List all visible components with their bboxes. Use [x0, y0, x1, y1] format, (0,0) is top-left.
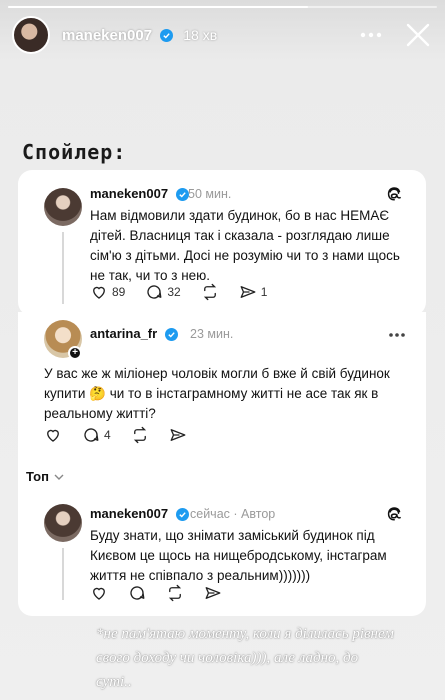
story-time: 18 хв [183, 27, 218, 43]
comment-icon [84, 428, 99, 442]
verified-badge-icon [164, 328, 178, 342]
share-button[interactable]: 1 [239, 283, 268, 301]
post-time: 50 мин. [188, 187, 232, 201]
verified-badge-icon [175, 188, 189, 202]
post-username[interactable]: maneken007 [90, 186, 189, 202]
threads-logo-icon [387, 187, 401, 201]
post-time: 23 мин. [190, 327, 234, 341]
post-text: У вас же ж міліонер чоловік могли б вже … [44, 366, 390, 421]
avatar[interactable] [44, 188, 82, 226]
comment-icon [147, 285, 162, 299]
story-header-actions [357, 20, 433, 50]
story-progress-bar [8, 6, 437, 8]
post-actions: 4 [44, 426, 207, 444]
thread-connector-line [62, 548, 64, 600]
reply-button[interactable]: 4 [82, 426, 111, 444]
post-time: сейчас [190, 507, 230, 521]
heart-icon [93, 587, 105, 600]
share-button[interactable] [169, 426, 187, 444]
repost-button[interactable] [166, 584, 184, 602]
post-time-and-badge: сейчас · Автор [190, 507, 275, 521]
comment-icon [130, 586, 145, 600]
threads-logo-icon [387, 507, 401, 521]
like-button[interactable] [90, 584, 108, 602]
follow-plus-icon[interactable]: + [68, 346, 82, 360]
post-username[interactable]: antarina_fr [90, 326, 178, 342]
send-icon [240, 286, 256, 298]
story-caption: *не пам'ятаю моменту, коли я ділилась рі… [96, 626, 394, 690]
post-username[interactable]: maneken007 [90, 506, 189, 522]
chevron-down-icon [54, 474, 64, 480]
thread-post-card[interactable]: maneken007 сейчас · Автор Буду знати, що… [18, 494, 426, 616]
heart-icon [93, 286, 105, 299]
repost-icon [133, 426, 146, 444]
post-text: Буду знати, що знімати заміський будинок… [90, 528, 387, 583]
like-button[interactable] [44, 426, 62, 444]
story-avatar[interactable] [12, 16, 50, 54]
like-count: 89 [112, 285, 126, 299]
close-icon [406, 23, 430, 47]
post-username-text[interactable]: antarina_fr [90, 326, 157, 341]
verified-badge-icon [175, 508, 189, 522]
more-horizontal-icon[interactable] [388, 332, 406, 338]
send-icon [205, 587, 221, 599]
share-button[interactable] [204, 584, 222, 602]
replies-sort-bar [18, 458, 426, 494]
repost-button[interactable] [201, 283, 219, 301]
story-username[interactable]: maneken007 [62, 27, 174, 44]
story-header: maneken007 18 хв [12, 14, 433, 56]
close-button[interactable] [403, 20, 433, 50]
repost-icon [168, 584, 182, 602]
repost-icon [203, 283, 216, 301]
more-horizontal-icon [360, 32, 382, 38]
sort-label[interactable]: Топ [26, 469, 49, 484]
like-button[interactable]: 89 [90, 283, 125, 301]
avatar[interactable] [44, 504, 82, 542]
sort-dropdown[interactable]: Топ [26, 469, 65, 484]
post-actions [90, 584, 242, 602]
story-username-text[interactable]: maneken007 [62, 27, 152, 44]
post-username-text[interactable]: maneken007 [90, 506, 168, 521]
send-icon [170, 429, 186, 441]
verified-badge-icon [160, 29, 174, 43]
thread-post-card[interactable]: + antarina_fr 23 мин. У вас же ж міліоне… [18, 312, 426, 458]
share-count: 1 [260, 285, 268, 299]
reply-count: 4 [104, 428, 111, 442]
story-progress-fill [8, 6, 309, 8]
post-text: Нам відмовили здати будинок, бо в нас НЕ… [90, 208, 400, 283]
spoiler-heading: Спойлер: [22, 140, 127, 164]
reply-button[interactable] [128, 584, 146, 602]
reply-count: 32 [167, 285, 181, 299]
author-badge: Автор [241, 507, 276, 521]
thread-post-card[interactable]: maneken007 50 мин. Нам відмовили здати б… [18, 170, 426, 316]
thread-connector-line [62, 232, 64, 304]
post-actions: 89 32 1 [90, 283, 287, 301]
meta-separator: · [233, 507, 242, 521]
more-options-button[interactable] [357, 25, 385, 45]
heart-icon [47, 429, 59, 442]
repost-button[interactable] [131, 426, 149, 444]
reply-button[interactable]: 32 [145, 283, 181, 301]
post-username-text[interactable]: maneken007 [90, 186, 168, 201]
